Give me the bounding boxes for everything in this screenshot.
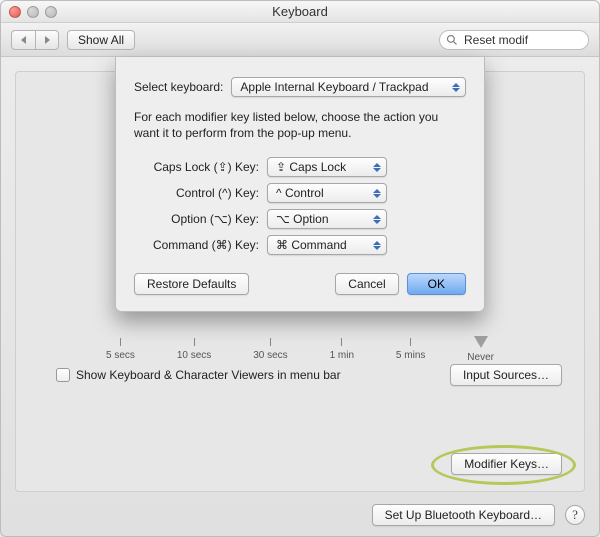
back-button[interactable] xyxy=(11,30,35,50)
select-keyboard-popup[interactable]: Apple Internal Keyboard / Trackpad xyxy=(231,77,466,97)
minimize-icon[interactable] xyxy=(27,6,39,18)
chevron-updown-icon xyxy=(450,83,461,92)
search-input[interactable] xyxy=(462,32,600,48)
show-viewers-label: Show Keyboard & Character Viewers in men… xyxy=(76,368,341,382)
control-key-popup[interactable]: ^ Control xyxy=(267,183,387,203)
command-key-popup[interactable]: ⌘ Command xyxy=(267,235,387,255)
forward-button[interactable] xyxy=(35,30,59,50)
toolbar: Show All ✕ xyxy=(1,23,599,57)
option-key-label: Option (⌥) Key: xyxy=(134,212,259,226)
tick-label: 30 secs xyxy=(253,350,287,361)
option-key-value: ⌥ Option xyxy=(276,212,329,226)
search-icon xyxy=(446,34,458,46)
tick-label: Never xyxy=(467,352,494,363)
chevron-updown-icon xyxy=(371,163,382,172)
control-key-value: ^ Control xyxy=(276,186,324,200)
show-viewers-checkbox[interactable] xyxy=(56,368,70,382)
help-button[interactable]: ? xyxy=(565,505,585,525)
show-all-button[interactable]: Show All xyxy=(67,30,135,50)
sheet-buttons: Restore Defaults Cancel OK xyxy=(134,273,466,295)
tick-label: 10 secs xyxy=(177,350,211,361)
modifier-keys-sheet: Select keyboard: Apple Internal Keyboard… xyxy=(115,57,485,312)
footer: Set Up Bluetooth Keyboard… ? xyxy=(372,504,585,526)
window-controls xyxy=(9,6,57,18)
chevron-updown-icon xyxy=(371,241,382,250)
titlebar: Keyboard xyxy=(1,1,599,23)
option-key-popup[interactable]: ⌥ Option xyxy=(267,209,387,229)
cancel-button[interactable]: Cancel xyxy=(335,273,398,295)
ok-button[interactable]: OK xyxy=(407,273,466,295)
window-title: Keyboard xyxy=(1,4,599,19)
slider-thumb-icon[interactable] xyxy=(474,336,488,348)
sheet-description: For each modifier key listed below, choo… xyxy=(134,109,466,141)
input-sources-button[interactable]: Input Sources… xyxy=(450,364,562,386)
bluetooth-keyboard-button[interactable]: Set Up Bluetooth Keyboard… xyxy=(372,504,555,526)
modifier-keys-button[interactable]: Modifier Keys… xyxy=(451,453,562,475)
control-key-label: Control (^) Key: xyxy=(134,186,259,200)
select-keyboard-value: Apple Internal Keyboard / Trackpad xyxy=(240,80,428,94)
chevron-updown-icon xyxy=(371,189,382,198)
nav-buttons xyxy=(11,30,59,50)
command-key-value: ⌘ Command xyxy=(276,238,347,252)
tick-label: 1 min xyxy=(330,350,354,361)
tick-label: 5 secs xyxy=(106,350,135,361)
capslock-key-value: ⇪ Caps Lock xyxy=(276,160,346,174)
search-field[interactable]: ✕ xyxy=(439,30,589,50)
show-viewers-row: Show Keyboard & Character Viewers in men… xyxy=(56,368,341,382)
close-icon[interactable] xyxy=(9,6,21,18)
select-keyboard-label: Select keyboard: xyxy=(134,80,223,94)
chevron-updown-icon xyxy=(371,215,382,224)
zoom-icon[interactable] xyxy=(45,6,57,18)
preferences-window: Keyboard Show All ✕ 5 secs 10 secs 30 se… xyxy=(0,0,600,537)
restore-defaults-button[interactable]: Restore Defaults xyxy=(134,273,249,295)
capslock-key-label: Caps Lock (⇪) Key: xyxy=(134,160,259,174)
delay-slider-ticks: 5 secs 10 secs 30 secs 1 min 5 mins Neve… xyxy=(106,338,494,363)
capslock-key-popup[interactable]: ⇪ Caps Lock xyxy=(267,157,387,177)
command-key-label: Command (⌘) Key: xyxy=(134,238,259,252)
tick-label: 5 mins xyxy=(396,350,425,361)
